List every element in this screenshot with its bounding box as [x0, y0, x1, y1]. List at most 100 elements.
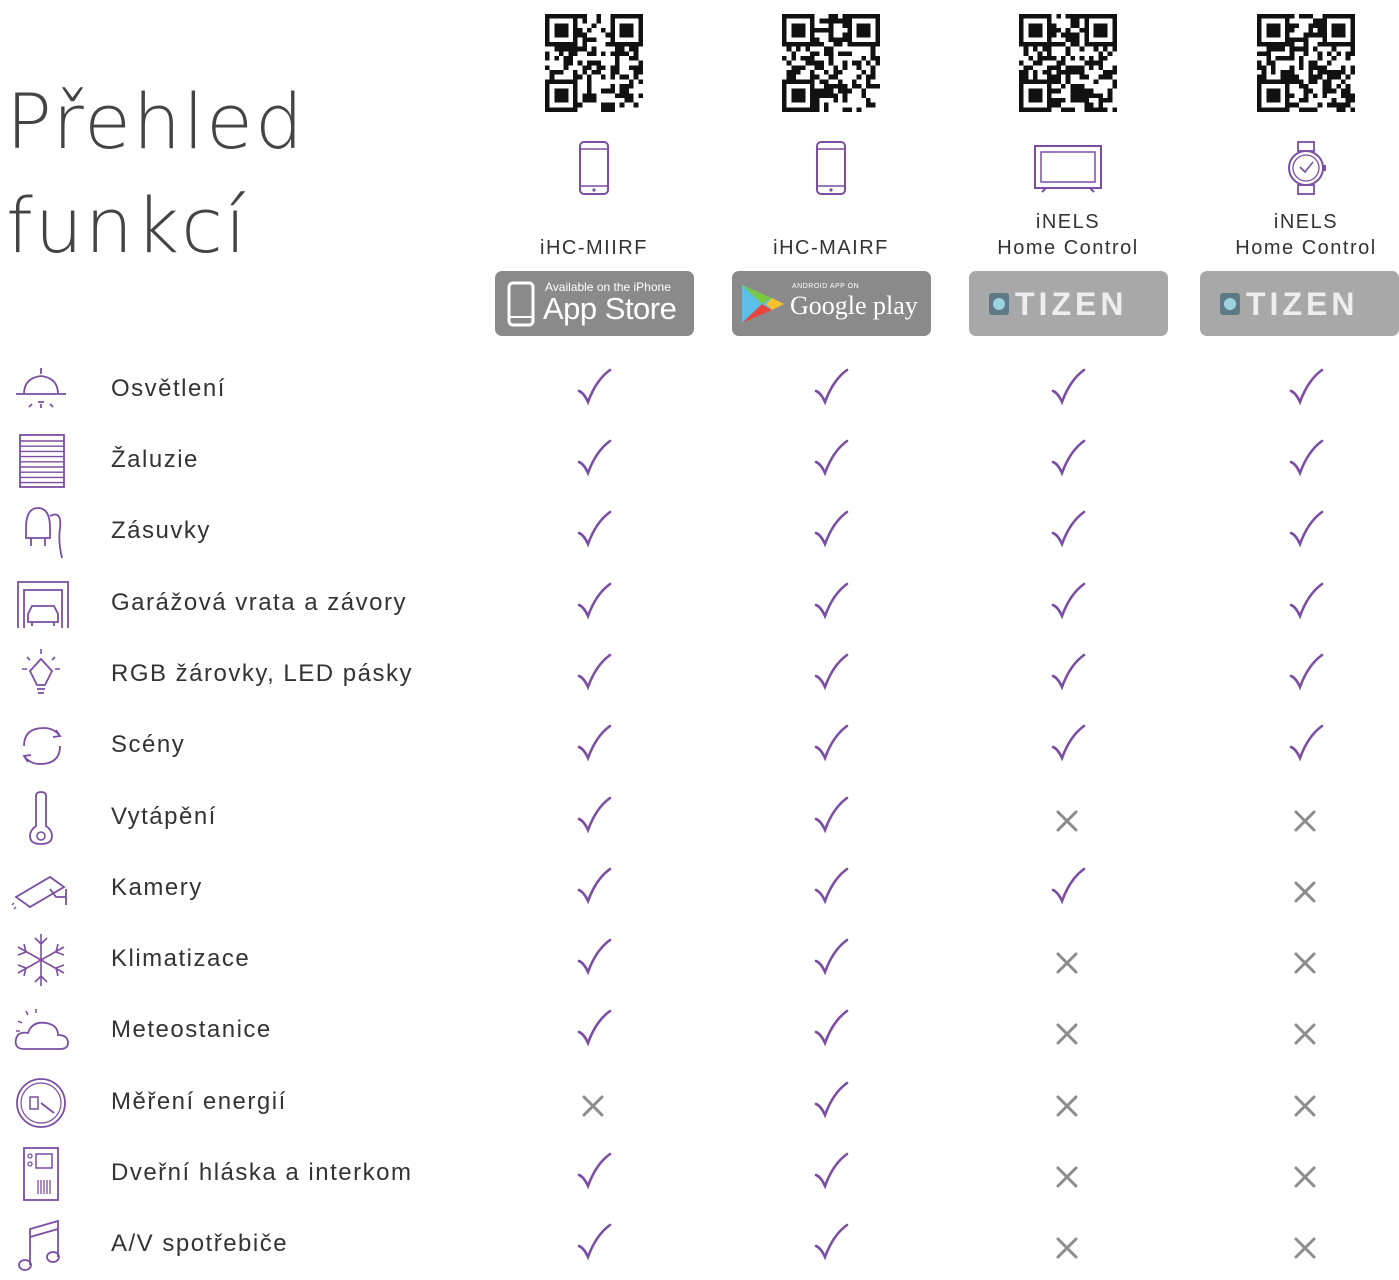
feature-row: Osvětlení — [0, 360, 1399, 420]
feature-label: Žaluzie — [111, 446, 199, 473]
check-icon — [801, 360, 861, 420]
energy-meter-icon — [10, 1073, 72, 1133]
scenes-icon — [10, 716, 72, 776]
check-icon — [1276, 574, 1336, 634]
feature-label: Kamery — [111, 874, 203, 901]
cross-icon — [564, 1073, 624, 1133]
music-icon — [10, 1215, 72, 1275]
check-icon — [801, 645, 861, 705]
feature-label: Garážová vrata a závory — [111, 589, 407, 616]
qr-code[interactable] — [1257, 14, 1355, 112]
column-name: iHC-MAIRF — [773, 237, 889, 259]
check-icon — [801, 574, 861, 634]
check-icon — [801, 502, 861, 562]
title-line-1: Přehled — [6, 77, 306, 166]
check-icon — [1276, 502, 1336, 562]
thermometer-icon — [10, 788, 72, 848]
tizen-badge[interactable]: TIZEN — [1200, 271, 1399, 336]
column-name: iHC-MIIRF — [540, 237, 648, 259]
check-icon — [1038, 859, 1098, 919]
check-icon — [801, 716, 861, 776]
tizen-badge[interactable]: TIZEN — [969, 271, 1168, 336]
check-icon — [1038, 645, 1098, 705]
cross-icon — [1038, 930, 1098, 990]
badge-big-text: TIZEN — [1015, 286, 1128, 322]
qr-code[interactable] — [782, 14, 880, 112]
check-icon — [564, 360, 624, 420]
feature-row: Zásuvky — [0, 502, 1399, 562]
qr-code[interactable] — [1019, 14, 1117, 112]
garage-icon — [10, 574, 72, 634]
feature-row: Scény — [0, 716, 1399, 776]
check-icon — [801, 1215, 861, 1275]
cross-icon — [1276, 1144, 1336, 1204]
google-play-badge[interactable]: ANDROID APP ON Google play — [732, 271, 931, 336]
page-title: Přehled funkcí — [6, 70, 305, 278]
column-name-line-1: iNELS — [1035, 211, 1101, 233]
qr-code[interactable] — [545, 14, 643, 112]
column-name: Home Control — [997, 237, 1139, 259]
cross-icon — [1038, 1001, 1098, 1061]
feature-label: Meteostanice — [111, 1016, 272, 1043]
cross-icon — [1276, 1001, 1336, 1061]
feature-row: Klimatizace — [0, 930, 1399, 990]
title-line-2: funkcí — [6, 181, 249, 270]
column-name: Home Control — [1235, 237, 1377, 259]
watch-icon — [1284, 140, 1328, 201]
cross-icon — [1038, 788, 1098, 848]
check-icon — [801, 1073, 861, 1133]
cross-icon — [1038, 1215, 1098, 1275]
camera-icon — [10, 859, 72, 919]
app-store-badge[interactable]: Available on the iPhone App Store — [495, 271, 694, 336]
feature-label: Scény — [111, 731, 186, 758]
cross-icon — [1276, 1073, 1336, 1133]
feature-row: A/V spotřebiče — [0, 1215, 1399, 1275]
check-icon — [801, 859, 861, 919]
phone-icon — [576, 140, 612, 201]
badge-small-text: ANDROID APP ON — [792, 283, 860, 290]
cross-icon — [1038, 1073, 1098, 1133]
tv-icon — [1032, 140, 1104, 201]
check-icon — [1038, 716, 1098, 776]
bulb-icon — [10, 645, 72, 705]
check-icon — [564, 859, 624, 919]
plug-icon — [10, 502, 72, 562]
check-icon — [564, 930, 624, 990]
check-icon — [564, 645, 624, 705]
feature-label: A/V spotřebiče — [111, 1230, 289, 1257]
intercom-icon — [10, 1144, 72, 1204]
snowflake-icon — [10, 930, 72, 990]
check-icon — [1276, 645, 1336, 705]
cross-icon — [1276, 788, 1336, 848]
check-icon — [564, 1215, 624, 1275]
weather-icon — [10, 1001, 72, 1061]
feature-label: Osvětlení — [111, 375, 226, 402]
check-icon — [564, 1144, 624, 1204]
column-name-line-1: iNELS — [1273, 211, 1339, 233]
cross-icon — [1038, 1144, 1098, 1204]
feature-label: Klimatizace — [111, 945, 251, 972]
feature-label: Vytápění — [111, 803, 217, 830]
check-icon — [1276, 431, 1336, 491]
check-icon — [564, 716, 624, 776]
check-icon — [1038, 502, 1098, 562]
cross-icon — [1276, 859, 1336, 919]
feature-row: Meteostanice — [0, 1001, 1399, 1061]
check-icon — [801, 788, 861, 848]
check-icon — [1276, 360, 1336, 420]
feature-row: Vytápění — [0, 788, 1399, 848]
feature-row: Dveřní hláska a interkom — [0, 1144, 1399, 1204]
feature-row: Kamery — [0, 859, 1399, 919]
cross-icon — [1276, 1215, 1336, 1275]
badge-big-text: App Store — [543, 291, 677, 326]
check-icon — [801, 1001, 861, 1061]
check-icon — [564, 1001, 624, 1061]
badge-big-text: TIZEN — [1246, 286, 1359, 322]
badge-big-text: Google play — [790, 291, 918, 320]
check-icon — [564, 788, 624, 848]
feature-label: Zásuvky — [111, 517, 211, 544]
check-icon — [1038, 574, 1098, 634]
feature-row: Žaluzie — [0, 431, 1399, 491]
feature-label: Měření energií — [111, 1088, 287, 1115]
feature-row: Garážová vrata a závory — [0, 574, 1399, 634]
